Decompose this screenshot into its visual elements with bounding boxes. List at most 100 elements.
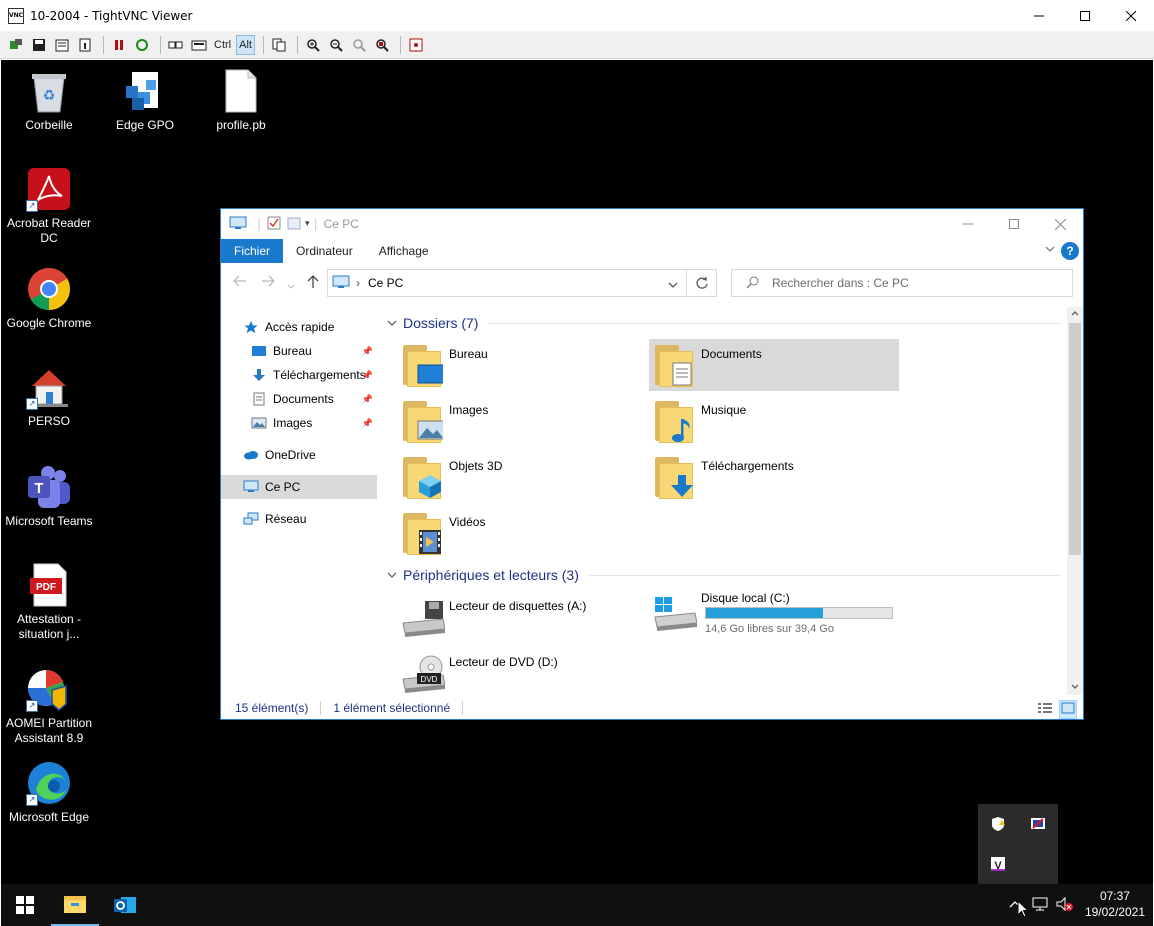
3d-objects-folder-icon	[403, 457, 443, 499]
nav-item-documents[interactable]: Documents 📌	[221, 387, 377, 411]
desktop-icon-attestation[interactable]: PDF Attestation - situation j...	[2, 562, 96, 642]
desktop-icon-aomei[interactable]: ↗ AOMEI Partition Assistant 8.9	[2, 666, 96, 746]
shortcut-arrow-icon: ↗	[26, 794, 38, 806]
zoom-100-button[interactable]	[349, 35, 369, 55]
keyboard-icon	[191, 40, 207, 50]
taskbar-clock[interactable]: 07:37 19/02/2021	[1085, 888, 1145, 920]
nav-item-onedrive[interactable]: OneDrive	[221, 443, 377, 467]
drive-item-local-c[interactable]: Disque local (C:) 14,6 Go libres sur 39,…	[649, 585, 899, 641]
desktop-icon-perso[interactable]: ↗ PERSO	[2, 364, 96, 429]
folder-item-objets-3d[interactable]: Objets 3D	[397, 451, 647, 503]
tab-fichier[interactable]: Fichier	[221, 239, 284, 263]
explorer-maximize-button[interactable]	[991, 209, 1037, 239]
desktop-icon-label: Corbeille	[25, 118, 73, 132]
refresh-button[interactable]	[687, 269, 717, 297]
clipboard-button[interactable]	[269, 35, 289, 55]
pdf-badge: PDF	[36, 582, 56, 593]
desktop-icon-recycle-bin[interactable]: ♻ Corbeille	[2, 68, 96, 133]
tray-vnc-server-icon[interactable]	[1030, 816, 1046, 835]
vnc-title-bar[interactable]: VNC 10-2004 - TightVNC Viewer	[0, 0, 1154, 31]
desktop-icon-chrome[interactable]: Google Chrome	[2, 266, 96, 331]
send-ctrl-alt-del-button[interactable]	[166, 35, 186, 55]
quick-access-newfolder-button[interactable]	[287, 216, 301, 233]
nav-item-reseau[interactable]: Réseau	[221, 507, 377, 531]
scroll-down-arrow[interactable]	[1067, 681, 1083, 695]
zoom-fit-button[interactable]	[372, 35, 392, 55]
search-input[interactable]: Rechercher dans : Ce PC	[731, 269, 1073, 297]
folder-item-videos[interactable]: Vidéos	[397, 507, 647, 559]
tab-ordinateur[interactable]: Ordinateur	[283, 239, 366, 263]
help-button[interactable]: ?	[1061, 242, 1079, 260]
explorer-minimize-button[interactable]	[945, 209, 991, 239]
desktop-icon-profile-pb[interactable]: profile.pb	[194, 68, 288, 133]
taskbar-outlook[interactable]	[101, 884, 149, 926]
pin-icon: 📌	[361, 345, 373, 356]
customize-quick-access-dropdown[interactable]: ▾	[305, 219, 310, 229]
tray-veeam-icon[interactable]: V	[990, 856, 1006, 875]
group-header-peripheriques[interactable]: Périphériques et lecteurs (3)	[387, 567, 1061, 583]
desktop-icon-acrobat[interactable]: ↗ Acrobat Reader DC	[2, 166, 96, 246]
drive-item-floppy[interactable]: Lecteur de disquettes (A:)	[397, 591, 647, 643]
desktop-icon-label: Edge GPO	[115, 118, 175, 132]
desktop-icon-teams[interactable]: T Microsoft Teams	[2, 464, 96, 529]
nav-item-images[interactable]: Images 📌	[221, 411, 377, 435]
start-button[interactable]	[1, 884, 49, 926]
zoom-in-button[interactable]	[303, 35, 323, 55]
desktop-icon-edge-gpo[interactable]: Edge GPO	[98, 68, 192, 133]
fullscreen-button[interactable]	[406, 35, 426, 55]
send-ctrl-esc-button[interactable]	[189, 35, 209, 55]
folder-item-images[interactable]: Images	[397, 395, 647, 447]
address-history-dropdown[interactable]	[668, 278, 678, 292]
back-button[interactable]	[233, 275, 247, 291]
tab-affichage[interactable]: Affichage	[366, 239, 442, 263]
forward-button[interactable]	[261, 275, 275, 291]
maximize-icon	[1009, 219, 1019, 229]
minimize-icon	[1034, 15, 1044, 16]
nav-item-telechargements[interactable]: Téléchargements 📌	[221, 363, 377, 387]
folder-item-bureau[interactable]: Bureau	[397, 339, 647, 391]
folder-item-telechargements[interactable]: Téléchargements	[649, 451, 899, 503]
save-button[interactable]	[29, 35, 49, 55]
breadcrumb-ce-pc[interactable]: Ce PC	[368, 276, 403, 290]
mouse-cursor	[1017, 899, 1030, 921]
quick-access-properties-button[interactable]	[267, 216, 281, 233]
explorer-title-bar[interactable]: | ▾ | Ce PC	[221, 209, 1083, 239]
zoom-out-button[interactable]	[326, 35, 346, 55]
drive-item-dvd[interactable]: DVD Lecteur de DVD (D:)	[397, 647, 647, 699]
nav-item-ce-pc[interactable]: Ce PC	[221, 475, 377, 499]
details-view-icon	[1038, 703, 1052, 713]
scroll-up-arrow[interactable]	[1067, 307, 1083, 321]
desktop-icon-edge[interactable]: ↗ Microsoft Edge	[2, 760, 96, 825]
vertical-scrollbar[interactable]	[1067, 307, 1083, 695]
options-button[interactable]	[52, 35, 72, 55]
pause-button[interactable]	[109, 35, 129, 55]
large-icons-view-button[interactable]	[1059, 700, 1077, 719]
close-button[interactable]	[1108, 0, 1154, 31]
folder-item-musique[interactable]: Musique	[649, 395, 899, 447]
recent-locations-button[interactable]	[287, 278, 295, 294]
expand-ribbon-button[interactable]	[1045, 243, 1055, 255]
new-connection-button[interactable]	[6, 35, 26, 55]
nav-item-acces-rapide[interactable]: Accès rapide	[221, 315, 377, 339]
explorer-close-button[interactable]	[1037, 209, 1083, 239]
minimize-button[interactable]	[1016, 0, 1062, 31]
tray-volume-icon[interactable]	[1055, 896, 1073, 915]
dvd-badge: DVD	[421, 675, 438, 684]
nav-item-bureau[interactable]: Bureau 📌	[221, 339, 377, 363]
ctrl-key-toggle[interactable]: Ctrl	[212, 35, 233, 55]
scroll-thumb[interactable]	[1069, 323, 1081, 555]
details-view-button[interactable]	[1037, 701, 1053, 718]
tray-network-icon[interactable]	[1031, 896, 1049, 915]
up-button[interactable]	[307, 275, 319, 293]
maximize-button[interactable]	[1062, 0, 1108, 31]
taskbar-file-explorer[interactable]	[51, 884, 99, 926]
group-header-dossiers[interactable]: Dossiers (7)	[387, 315, 1061, 331]
address-bar[interactable]: › Ce PC	[327, 269, 687, 297]
nav-label: Ce PC	[265, 480, 301, 494]
tray-security-icon[interactable]	[990, 816, 1006, 835]
refresh-screen-button[interactable]	[132, 35, 152, 55]
alt-key-toggle[interactable]: Alt	[236, 34, 255, 55]
info-button[interactable]	[75, 35, 95, 55]
status-bar: 15 élément(s) 1 élément sélectionné	[221, 697, 1083, 719]
folder-item-documents[interactable]: Documents	[649, 339, 899, 391]
